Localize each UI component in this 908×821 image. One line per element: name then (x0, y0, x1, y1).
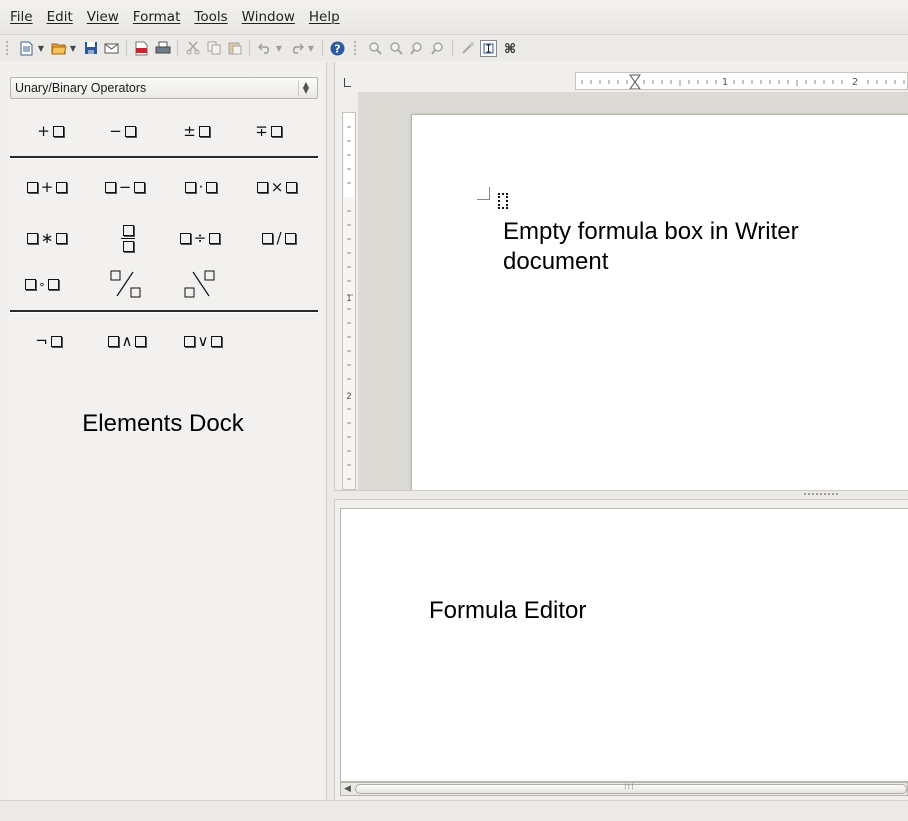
email-icon[interactable] (103, 40, 120, 57)
vertical-ruler[interactable]: 1 2 (342, 112, 356, 490)
element-category-select[interactable]: Unary/Binary Operators ▲ ▼ (10, 77, 318, 99)
save-icon[interactable] (82, 40, 99, 57)
editor-splitter[interactable] (334, 490, 908, 500)
vertical-ruler-scale: 1 2 (344, 113, 354, 480)
scrollbar-thumb[interactable]: ⁞⁞⁞ (355, 782, 907, 794)
binary-operators-row-3: ∘ (8, 266, 322, 302)
export-pdf-icon[interactable] (133, 40, 150, 57)
formula-editor[interactable]: Formula Editor (340, 508, 908, 782)
menu-edit[interactable]: Edit (41, 9, 79, 25)
horizontal-ruler[interactable]: 1 2 (575, 72, 908, 90)
element-wide-slash[interactable] (102, 266, 150, 302)
binary-operators-row-2: ∗ ÷ / (8, 222, 322, 254)
group-divider (10, 310, 318, 313)
document-caption: Empty formula box in Writer document (503, 218, 799, 275)
toolbar-separator (126, 40, 127, 56)
update-icon[interactable] (459, 40, 476, 57)
text-boundary-corner (477, 187, 490, 200)
element-add[interactable]: + (16, 174, 78, 200)
toolbar-grip[interactable] (354, 41, 360, 55)
element-plus[interactable]: + (30, 118, 70, 144)
svg-text:⌘: ⌘ (503, 42, 515, 55)
zoom-100-icon[interactable] (408, 40, 425, 57)
open-folder-icon[interactable] (50, 40, 67, 57)
element-boolean-or[interactable]: ∨ (172, 328, 234, 354)
scroll-left-arrow-icon[interactable]: ◀ (344, 784, 351, 794)
editor-horizontal-scrollbar[interactable]: ◀ ⁞⁞⁞ (340, 782, 908, 796)
new-document-icon[interactable] (18, 40, 35, 57)
element-divide[interactable]: ÷ (168, 222, 232, 254)
menu-file[interactable]: File (4, 9, 39, 25)
dock-splitter[interactable] (326, 62, 335, 820)
menu-format[interactable]: Format (127, 9, 187, 25)
element-plus-minus[interactable]: ± (176, 118, 216, 144)
undo-icon[interactable] (256, 40, 273, 57)
elements-dock: Unary/Binary Operators ▲ ▼ + − ± ∓ + − · … (8, 70, 322, 800)
new-dropdown-arrow-icon[interactable]: ▼ (37, 40, 45, 57)
zoom-in-icon[interactable] (366, 40, 383, 57)
svg-text:?: ? (334, 42, 340, 55)
thumb-grip-icon: ⁞⁞⁞ (624, 782, 635, 791)
formula-cursor-icon[interactable] (480, 39, 497, 57)
unary-operators-row: + − ± ∓ (8, 118, 322, 144)
toolbar-separator (322, 40, 323, 56)
paste-icon[interactable] (226, 40, 243, 57)
splitter-grip (804, 493, 838, 497)
menu-tools[interactable]: Tools (188, 9, 233, 25)
symbols-icon[interactable]: ⌘ (501, 40, 518, 57)
formula-editor-caption: Formula Editor (429, 597, 587, 624)
element-boolean-not[interactable]: ¬ (26, 328, 70, 354)
element-asterisk[interactable]: ∗ (16, 222, 78, 254)
element-wide-backslash[interactable] (176, 266, 224, 302)
svg-text:1: 1 (722, 77, 728, 88)
horizontal-ruler-scale: 1 2 (581, 74, 905, 89)
group-divider (10, 156, 318, 159)
zoom-out-icon[interactable] (387, 40, 404, 57)
document-view[interactable]: Empty formula box in Writer document (358, 92, 908, 490)
binary-operators-row-1: + − · × (8, 174, 322, 200)
document-page[interactable]: Empty formula box in Writer document (411, 114, 908, 490)
element-category-value: Unary/Binary Operators (15, 81, 147, 95)
standard-toolbar: ▼ ▼ ▼ ▼ ? ⌘ (0, 35, 908, 61)
toolbar-separator (177, 40, 178, 56)
zoom-page-icon[interactable] (429, 40, 446, 57)
element-multiply[interactable]: × (244, 174, 310, 200)
cut-icon[interactable] (184, 40, 201, 57)
element-subtract[interactable]: − (94, 174, 156, 200)
element-boolean-and[interactable]: ∧ (94, 328, 160, 354)
toolbar-separator (249, 40, 250, 56)
svg-text:1: 1 (346, 294, 352, 304)
tab-stop-type-icon[interactable] (344, 78, 351, 87)
element-concatenate[interactable]: ∘ (16, 266, 68, 302)
print-icon[interactable] (154, 40, 171, 57)
element-dot-product[interactable]: · (170, 174, 232, 200)
undo-dropdown-arrow-icon[interactable]: ▼ (275, 40, 283, 57)
status-bar (0, 800, 908, 821)
element-minus[interactable]: − (102, 118, 142, 144)
help-icon[interactable]: ? (329, 40, 346, 57)
logical-operators-row: ¬ ∧ ∨ (8, 328, 322, 354)
element-slash[interactable]: / (248, 222, 310, 254)
redo-dropdown-arrow-icon[interactable]: ▼ (307, 40, 315, 57)
copy-icon[interactable] (205, 40, 222, 57)
formula-object-box[interactable] (498, 193, 508, 209)
element-minus-plus[interactable]: ∓ (248, 118, 288, 144)
elements-dock-caption: Elements Dock (82, 410, 244, 437)
open-dropdown-arrow-icon[interactable]: ▼ (69, 40, 77, 57)
svg-text:2: 2 (346, 392, 352, 402)
menu-bar: File Edit View Format Tools Window Help (0, 0, 908, 35)
toolbar-grip[interactable] (6, 41, 12, 55)
menu-help[interactable]: Help (303, 9, 346, 25)
menu-window[interactable]: Window (236, 9, 301, 25)
menu-view[interactable]: View (81, 9, 125, 25)
element-fraction[interactable] (108, 222, 148, 254)
svg-text:2: 2 (852, 77, 858, 88)
chevron-up-down-icon: ▲ ▼ (298, 80, 313, 96)
toolbar-separator (452, 40, 453, 56)
redo-icon[interactable] (288, 40, 305, 57)
